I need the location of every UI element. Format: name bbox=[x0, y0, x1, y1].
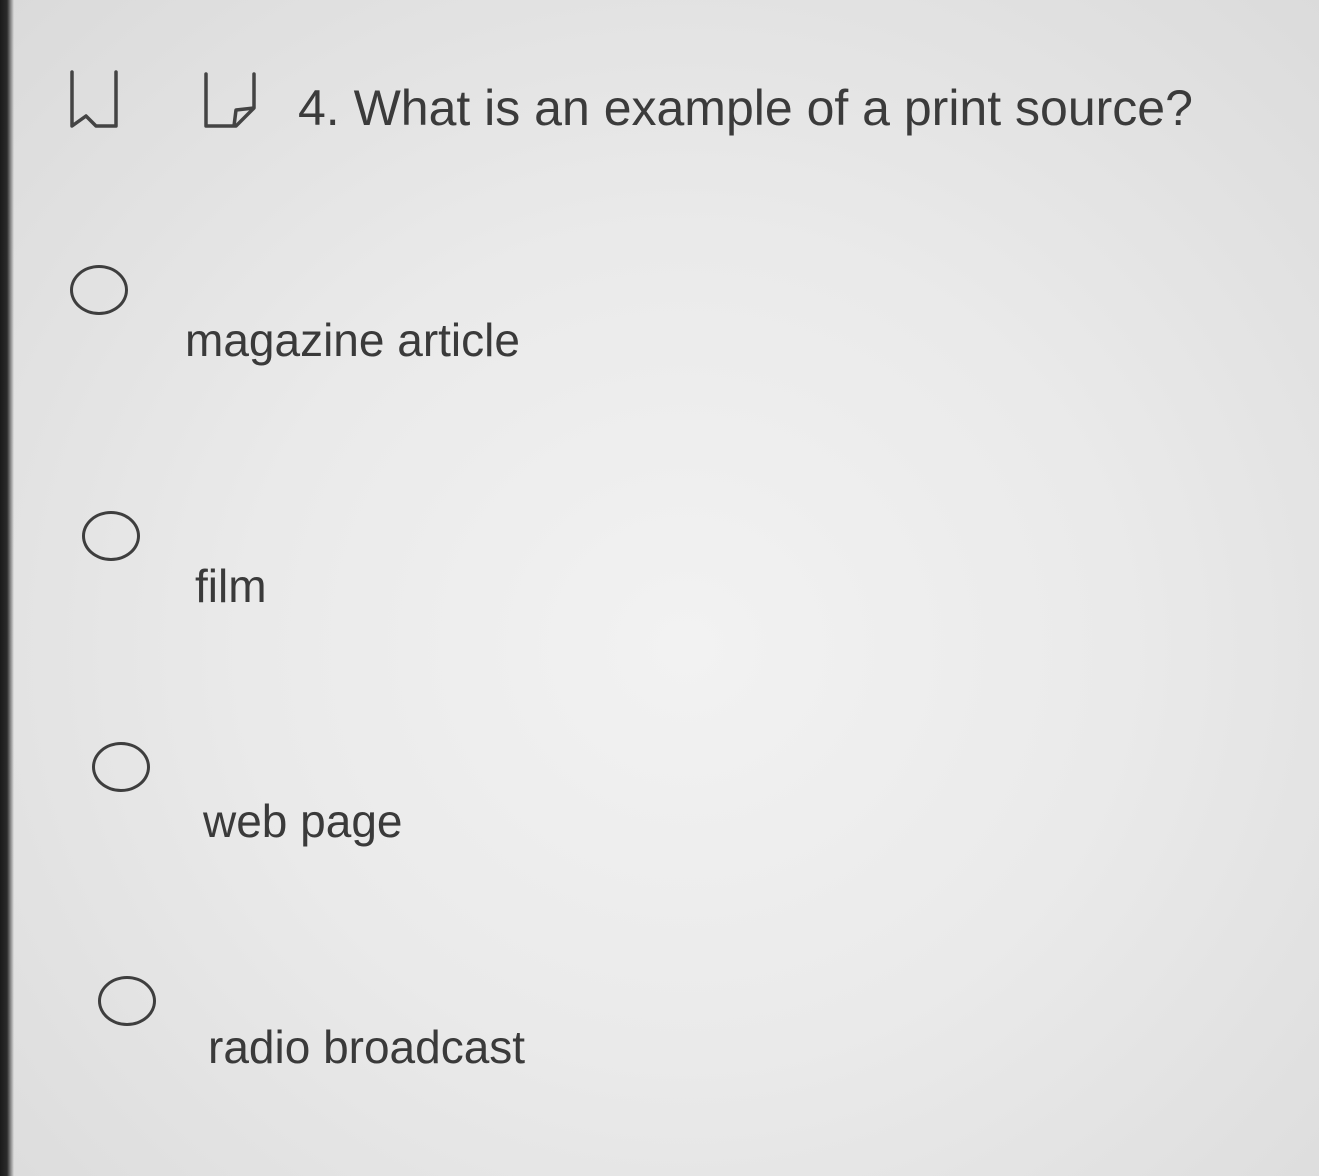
radio-button[interactable] bbox=[92, 742, 150, 792]
question-text: 4. What is an example of a print source? bbox=[298, 80, 1193, 136]
option-label: film bbox=[195, 560, 267, 612]
option-label: magazine article bbox=[185, 314, 520, 366]
option-label: radio broadcast bbox=[208, 1021, 526, 1073]
radio-button[interactable] bbox=[98, 976, 156, 1026]
answer-option-3[interactable]: web page bbox=[0, 738, 700, 868]
answer-option-2[interactable]: film bbox=[0, 505, 700, 635]
radio-button[interactable] bbox=[82, 511, 140, 561]
question-header: 4. What is an example of a print source? bbox=[0, 60, 1319, 160]
annotate-icon[interactable] bbox=[200, 68, 260, 132]
radio-button[interactable] bbox=[70, 265, 128, 315]
bookmark-icon[interactable] bbox=[68, 68, 120, 132]
answer-option-4[interactable]: radio broadcast bbox=[0, 972, 700, 1102]
option-label: web page bbox=[203, 795, 403, 847]
answer-option-1[interactable]: magazine article bbox=[0, 255, 700, 385]
